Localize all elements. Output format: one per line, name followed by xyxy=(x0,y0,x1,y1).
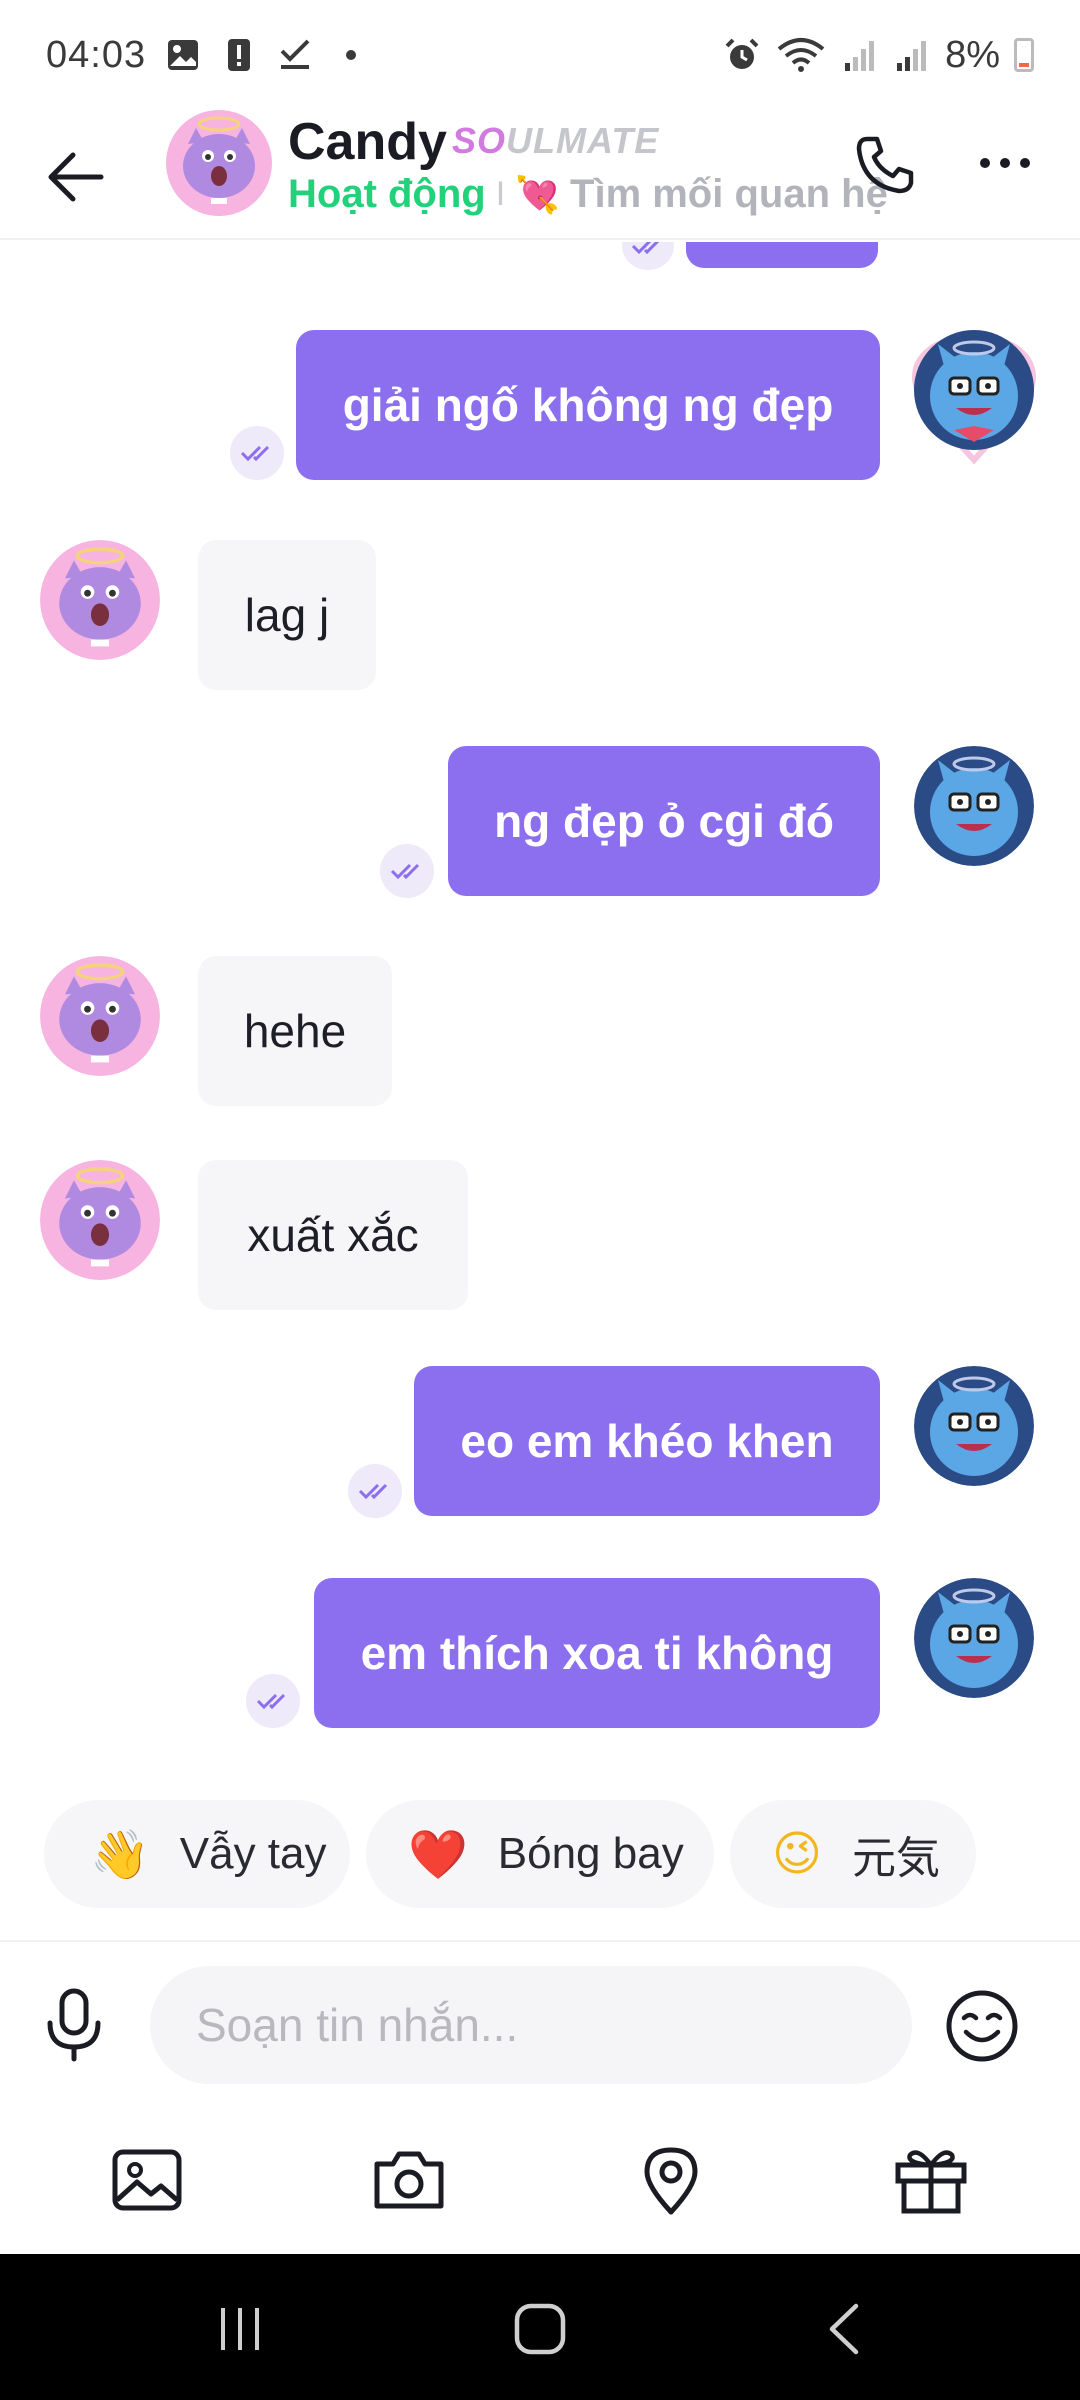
battery-icon xyxy=(1014,38,1034,72)
recents-icon xyxy=(221,2308,259,2350)
read-check-icon xyxy=(622,242,674,270)
message-bubble-partial[interactable] xyxy=(686,242,878,268)
status-time: 04:03 xyxy=(46,33,147,76)
message-input[interactable] xyxy=(150,1966,912,2084)
emoji-button[interactable] xyxy=(940,1978,1024,2074)
back-button[interactable] xyxy=(40,142,110,212)
status-bar: 04:03 8% xyxy=(0,0,1080,110)
relationship-goal: Tìm mối quan hệ xyxy=(570,172,888,216)
contact-status: Hoạt động I 💘 Tìm mối quan hệ xyxy=(288,172,888,217)
read-check-icon xyxy=(230,426,284,480)
quick-reply-balloon[interactable]: ❤️ Bóng bay xyxy=(366,1800,714,1908)
dot-icon xyxy=(1000,158,1010,168)
waving-hand-icon: 👋 xyxy=(90,1826,150,1883)
gift-icon xyxy=(895,2150,967,2214)
phone-icon xyxy=(856,136,914,194)
read-check-icon xyxy=(246,1674,300,1728)
winking-face-icon: 😉 xyxy=(772,1826,823,1882)
attachment-toolbar xyxy=(0,2125,1080,2235)
signal-icon xyxy=(841,36,879,74)
home-icon xyxy=(514,2303,566,2355)
read-check-icon xyxy=(380,844,434,898)
recent-apps-button[interactable] xyxy=(200,2294,280,2364)
contact-avatar[interactable] xyxy=(166,110,272,216)
dot-icon xyxy=(1020,158,1030,168)
message-bubble-outgoing[interactable]: eo em khéo khen xyxy=(414,1366,880,1516)
arrow-left-icon xyxy=(48,152,104,202)
heart-arrow-icon: 💘 xyxy=(515,174,561,216)
active-status: Hoạt động xyxy=(288,172,486,216)
contact-avatar[interactable] xyxy=(40,540,160,660)
location-pin-icon xyxy=(644,2147,698,2215)
dot-icon xyxy=(332,36,370,74)
more-options-button[interactable] xyxy=(970,138,1040,188)
heart-icon: ❤️ xyxy=(408,1826,468,1883)
quick-reply-wave[interactable]: 👋 Vẫy tay xyxy=(44,1800,350,1908)
user-avatar[interactable] xyxy=(914,746,1034,866)
camera-icon xyxy=(374,2151,444,2209)
message-bubble-incoming[interactable]: xuất xắc xyxy=(198,1160,468,1310)
check-icon xyxy=(276,36,314,74)
wifi-icon xyxy=(775,36,827,74)
user-avatar[interactable] xyxy=(914,1366,1034,1486)
contact-name[interactable]: Candy xyxy=(288,112,447,172)
gallery-button[interactable] xyxy=(102,2125,192,2235)
user-avatar[interactable] xyxy=(912,330,1036,465)
dot-icon xyxy=(980,158,990,168)
chevron-left-icon xyxy=(829,2303,859,2355)
call-button[interactable] xyxy=(850,130,920,200)
chat-header: Candy SOULMATE Hoạt động I 💘 Tìm mối qua… xyxy=(0,110,1080,240)
message-bubble-outgoing[interactable]: em thích xoa ti không xyxy=(314,1578,880,1728)
battery-percent: 8% xyxy=(945,33,1000,76)
alarm-icon xyxy=(723,36,761,74)
message-bubble-outgoing[interactable]: ng đẹp ỏ cgi đó xyxy=(448,746,880,896)
contact-avatar[interactable] xyxy=(40,956,160,1076)
message-bubble-outgoing[interactable]: giải ngố không ng đẹp xyxy=(296,330,880,480)
voice-record-button[interactable] xyxy=(36,1982,112,2068)
quick-reply-label: 元気 xyxy=(852,1833,941,1884)
back-nav-button[interactable] xyxy=(804,2294,884,2364)
user-avatar[interactable] xyxy=(914,1578,1034,1698)
smiley-icon xyxy=(946,1990,1018,2062)
gift-button[interactable] xyxy=(886,2125,976,2235)
microphone-icon xyxy=(47,1988,101,2062)
message-bubble-incoming[interactable]: hehe xyxy=(198,956,392,1106)
camera-button[interactable] xyxy=(364,2125,454,2235)
system-navigation-bar xyxy=(0,2254,1080,2400)
home-button[interactable] xyxy=(500,2294,580,2364)
image-icon xyxy=(112,2149,182,2211)
gallery-icon xyxy=(164,36,202,74)
quick-reply-label: Bóng bay xyxy=(497,1829,684,1878)
status-separator: I xyxy=(495,175,506,213)
message-list[interactable]: giải ngố không ng đẹp lag j ng đẹp ỏ cgi… xyxy=(0,242,1080,1772)
read-check-icon xyxy=(348,1464,402,1518)
location-button[interactable] xyxy=(626,2125,716,2235)
contact-avatar[interactable] xyxy=(40,1160,160,1280)
soulmate-badge: SOULMATE xyxy=(452,120,660,161)
quick-reply-label: Vẫy tay xyxy=(179,1829,327,1878)
message-composer xyxy=(0,1940,1080,2084)
signal-icon xyxy=(893,36,931,74)
alert-icon xyxy=(220,36,258,74)
message-bubble-incoming[interactable]: lag j xyxy=(198,540,376,690)
quick-reply-genki[interactable]: 😉 元気 xyxy=(730,1800,976,1908)
